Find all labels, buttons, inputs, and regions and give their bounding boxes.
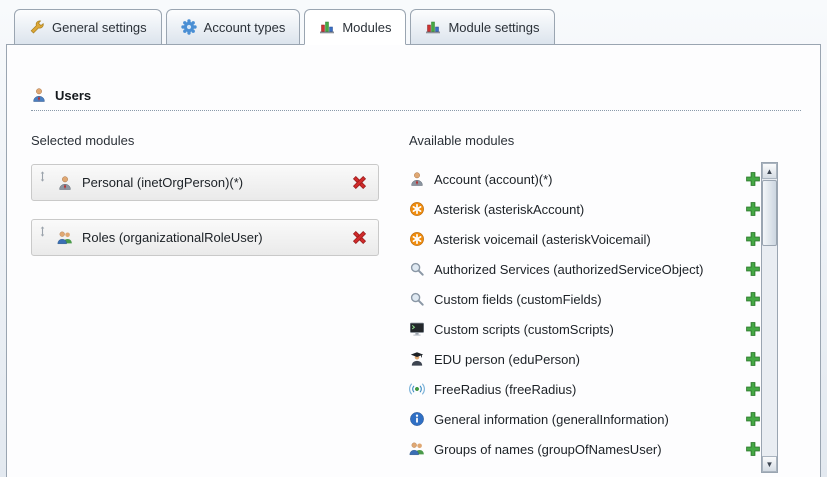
chart-icon <box>425 19 441 35</box>
add-module-button[interactable] <box>745 231 761 247</box>
terminal-icon <box>409 321 425 337</box>
account-type-section-header: Users <box>31 87 801 111</box>
available-module-label: Groups of names (groupOfNamesUser) <box>434 442 662 457</box>
available-modules-list: Account (account)(*) Asterisk (asteriskA… <box>409 164 761 464</box>
available-module-label: FreeRadius (freeRadius) <box>434 382 576 397</box>
available-module-label: Custom scripts (customScripts) <box>434 322 614 337</box>
users-icon <box>31 87 47 103</box>
add-module-button[interactable] <box>745 201 761 217</box>
available-module-label: EDU person (eduPerson) <box>434 352 580 367</box>
section-title: Users <box>55 88 91 103</box>
available-module-label: Asterisk (asteriskAccount) <box>434 202 584 217</box>
asterisk-icon <box>409 201 425 217</box>
person-icon <box>57 175 73 191</box>
radius-icon <box>409 381 425 397</box>
available-module-row: Custom fields (customFields) <box>409 284 761 314</box>
group-icon <box>57 230 73 246</box>
tab[interactable]: Module settings <box>410 9 554 45</box>
available-module-row: Authorized Services (authorizedServiceOb… <box>409 254 761 284</box>
modules-panel: Users Selected modules Personal (inetOrg… <box>6 44 821 477</box>
module-columns: Selected modules Personal (inetOrgPerson… <box>31 133 820 464</box>
selected-module-label: Personal (inetOrgPerson)(*) <box>82 175 243 190</box>
remove-module-button[interactable] <box>351 174 368 191</box>
selected-modules-heading: Selected modules <box>31 133 379 148</box>
available-module-row: Groups of names (groupOfNamesUser) <box>409 434 761 464</box>
tab-bar: General settings Account types Modules M… <box>14 9 555 45</box>
asterisk-icon <box>409 231 425 247</box>
badge-icon <box>181 19 197 35</box>
tab-label: General settings <box>52 20 147 35</box>
available-module-label: Asterisk voicemail (asteriskVoicemail) <box>434 232 651 247</box>
magnifier-icon <box>409 291 425 307</box>
lam-configuration-page: General settings Account types Modules M… <box>0 0 827 477</box>
add-module-button[interactable] <box>745 291 761 307</box>
group-icon <box>409 441 425 457</box>
tab[interactable]: Account types <box>166 9 301 45</box>
magnifier-icon <box>409 261 425 277</box>
add-module-button[interactable] <box>745 411 761 427</box>
selected-modules-column: Selected modules Personal (inetOrgPerson… <box>31 133 379 464</box>
add-module-button[interactable] <box>745 381 761 397</box>
info-icon <box>409 411 425 427</box>
scroll-up-icon[interactable]: ▲ <box>762 163 777 179</box>
tab[interactable]: General settings <box>14 9 162 45</box>
add-module-button[interactable] <box>745 171 761 187</box>
tab-label: Account types <box>204 20 286 35</box>
selected-modules-list: Personal (inetOrgPerson)(*) Roles (organ… <box>31 164 379 256</box>
selected-module-row: Roles (organizationalRoleUser) <box>31 219 379 256</box>
available-module-row: Account (account)(*) <box>409 164 761 194</box>
drag-handle-icon[interactable] <box>37 169 48 184</box>
tab[interactable]: Modules <box>304 9 406 45</box>
graduate-icon <box>409 351 425 367</box>
available-module-row: General information (generalInformation) <box>409 404 761 434</box>
available-module-row: Asterisk (asteriskAccount) <box>409 194 761 224</box>
add-module-button[interactable] <box>745 441 761 457</box>
add-module-button[interactable] <box>745 351 761 367</box>
wrench-icon <box>29 19 45 35</box>
chart-icon <box>319 19 335 35</box>
available-module-label: Authorized Services (authorizedServiceOb… <box>434 262 704 277</box>
available-modules-heading: Available modules <box>409 133 761 148</box>
selected-module-label: Roles (organizationalRoleUser) <box>82 230 263 245</box>
available-module-row: Asterisk voicemail (asteriskVoicemail) <box>409 224 761 254</box>
selected-module-row: Personal (inetOrgPerson)(*) <box>31 164 379 201</box>
tab-label: Module settings <box>448 20 539 35</box>
add-module-button[interactable] <box>745 261 761 277</box>
available-module-row: Custom scripts (customScripts) <box>409 314 761 344</box>
available-modules-scrollbar[interactable]: ▲ ▼ <box>761 162 778 473</box>
available-module-label: Account (account)(*) <box>434 172 553 187</box>
available-module-row: FreeRadius (freeRadius) <box>409 374 761 404</box>
available-module-row: EDU person (eduPerson) <box>409 344 761 374</box>
scroll-down-icon[interactable]: ▼ <box>762 456 777 472</box>
tab-label: Modules <box>342 20 391 35</box>
available-modules-column: Available modules Account (account)(*) A… <box>409 133 761 464</box>
drag-handle-icon[interactable] <box>37 224 48 239</box>
scrollbar-thumb[interactable] <box>762 180 777 246</box>
person-icon <box>409 171 425 187</box>
available-module-label: Custom fields (customFields) <box>434 292 602 307</box>
remove-module-button[interactable] <box>351 229 368 246</box>
add-module-button[interactable] <box>745 321 761 337</box>
available-module-label: General information (generalInformation) <box>434 412 669 427</box>
